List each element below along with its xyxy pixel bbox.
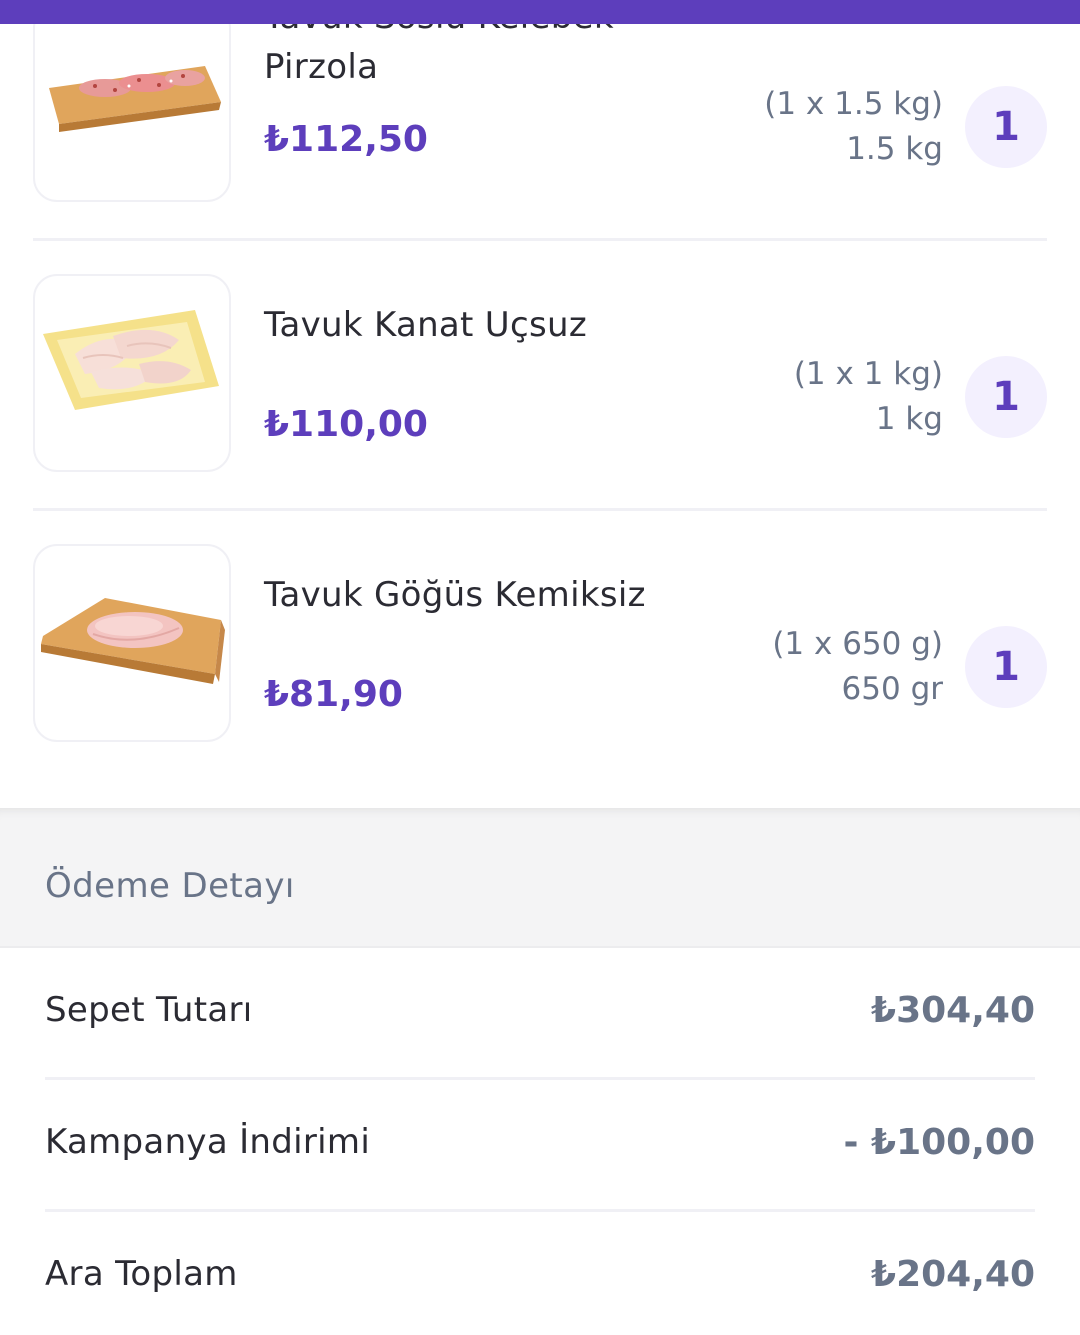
unit-detail: (1 x 1 kg)	[793, 356, 943, 392]
product-name: Tavuk Kanat Uçsuz	[264, 305, 587, 345]
summary-row-subtotal: Ara Toplam ₺204,40	[45, 1212, 1035, 1335]
total-amount: 1.5 kg	[846, 131, 943, 167]
tray-image	[43, 310, 219, 410]
quantity-badge[interactable]: 1	[965, 356, 1047, 438]
quantity-detail: (1 x 1 kg) 1 kg	[794, 352, 943, 442]
summary-label: Kampanya İndirimi	[45, 1122, 371, 1162]
item-divider	[33, 238, 1047, 241]
cart-item-list: Tavuk Soslu Kelebek Pirzola ₺112,50 (1 x…	[0, 24, 1080, 808]
unit-detail: (1 x 1.5 kg)	[764, 86, 943, 122]
product-name: Tavuk Göğüs Kemiksiz	[264, 575, 646, 615]
product-name: Tavuk Soslu Kelebek Pirzola	[264, 24, 614, 87]
summary-value: ₺304,40	[871, 990, 1035, 1031]
payment-detail-header: Ödeme Detayı	[0, 808, 1080, 948]
payment-summary: Sepet Tutarı ₺304,40 Kampanya İndirimi -…	[0, 948, 1080, 1335]
summary-label: Ara Toplam	[45, 1254, 238, 1294]
quantity-detail: (1 x 650 g) 650 gr	[772, 622, 943, 712]
product-price: ₺81,90	[264, 674, 403, 715]
summary-value: ₺204,40	[871, 1254, 1035, 1295]
product-price: ₺112,50	[264, 119, 428, 160]
top-app-bar	[0, 0, 1080, 24]
cart-item[interactable]: Tavuk Göğüs Kemiksiz ₺81,90 (1 x 650 g) …	[0, 524, 1080, 794]
product-image-marinated-chicken[interactable]	[33, 24, 231, 202]
cart-item[interactable]: Tavuk Soslu Kelebek Pirzola ₺112,50 (1 x…	[0, 24, 1080, 254]
product-price: ₺110,00	[264, 404, 428, 445]
quantity-badge[interactable]: 1	[965, 626, 1047, 708]
summary-label: Sepet Tutarı	[45, 990, 253, 1030]
unit-detail: (1 x 650 g)	[772, 626, 943, 662]
summary-value: - ₺100,00	[843, 1122, 1035, 1163]
product-image-chicken-breast[interactable]	[33, 544, 231, 742]
total-amount: 1 kg	[875, 401, 943, 437]
summary-row-campaign-discount: Kampanya İndirimi - ₺100,00	[45, 1080, 1035, 1212]
cutting-board-image	[49, 66, 221, 132]
cutting-board-image	[41, 598, 225, 684]
cart-item[interactable]: Tavuk Kanat Uçsuz ₺110,00 (1 x 1 kg) 1 k…	[0, 254, 1080, 524]
total-amount: 650 gr	[841, 671, 943, 707]
item-divider	[33, 508, 1047, 511]
section-title: Ödeme Detayı	[45, 866, 295, 906]
product-image-chicken-wings[interactable]	[33, 274, 231, 472]
summary-row-basket-total: Sepet Tutarı ₺304,40	[45, 948, 1035, 1080]
quantity-detail: (1 x 1.5 kg) 1.5 kg	[764, 82, 943, 172]
quantity-badge[interactable]: 1	[965, 86, 1047, 168]
